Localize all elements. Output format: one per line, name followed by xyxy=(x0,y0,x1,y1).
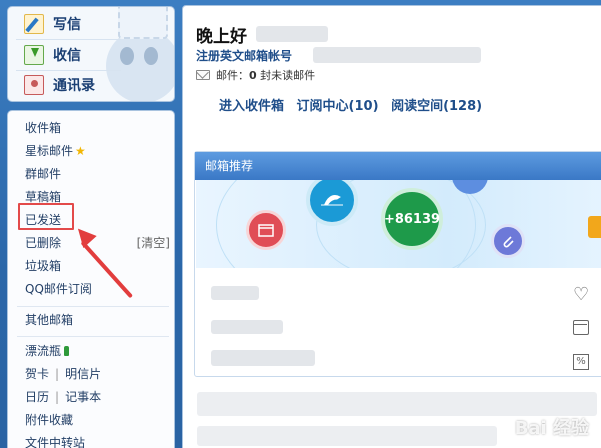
baidu-watermark: Bai 经验 xyxy=(514,418,589,439)
folder-starred[interactable]: 星标邮件 ★ xyxy=(25,142,86,160)
drift-bottle-link[interactable]: 漂流瓶 xyxy=(25,342,70,360)
recommend-title: 邮箱推荐 xyxy=(195,152,601,180)
folder-group[interactable]: 群邮件 xyxy=(25,165,61,183)
divider xyxy=(17,336,169,337)
mail-status: 邮件： 0 封未读邮件 xyxy=(196,67,315,83)
inbox-icon xyxy=(24,45,44,65)
blurred-footer xyxy=(197,426,497,446)
sent-highlight-box xyxy=(18,203,74,230)
calendar-link[interactable]: 日历 xyxy=(25,390,49,404)
folder-qq-subscription[interactable]: QQ邮件订阅 xyxy=(25,280,92,298)
main-panel: 晚上好 注册英文邮箱帐号 邮件： 0 封未读邮件 进入收件箱 订阅中心(10) 阅… xyxy=(182,5,601,448)
blurred-line xyxy=(211,350,315,366)
reading-space-link[interactable]: 阅读空间(128) xyxy=(391,99,482,114)
inbox-button[interactable]: 收信 xyxy=(8,40,174,70)
quick-links: 进入收件箱 订阅中心(10) 阅读空间(128) xyxy=(219,95,490,114)
folder-panel: 收件箱 星标邮件 ★ 群邮件 草稿箱 已发送 已删除 [清空] 垃圾箱 QQ邮件订… xyxy=(7,110,175,448)
contacts-button[interactable]: 通讯录 xyxy=(8,70,174,100)
mailbox-recommendations: 邮箱推荐 +86139 % xyxy=(194,151,601,377)
blurred-line xyxy=(211,320,283,334)
blurred-username xyxy=(256,26,328,42)
register-english-email-link[interactable]: 注册英文邮箱帐号 xyxy=(196,47,292,64)
clear-trash-link[interactable]: [清空] xyxy=(137,234,170,252)
compose-panel: 写信 收信 通讯录 xyxy=(7,6,175,102)
folder-other-mailboxes[interactable]: 其他邮箱 xyxy=(25,311,73,329)
drift-bottle-label: 漂流瓶 xyxy=(25,344,62,358)
mail-status-prefix: 邮件： xyxy=(216,69,249,82)
write-label: 写信 xyxy=(53,17,81,33)
blurred-footer xyxy=(197,392,597,416)
heart-icon[interactable] xyxy=(573,286,591,304)
blurred-line xyxy=(211,286,259,300)
folder-spam[interactable]: 垃圾箱 xyxy=(25,257,61,275)
calendar-icon[interactable] xyxy=(573,320,589,335)
postcard-link[interactable]: 明信片 xyxy=(65,367,101,381)
recommend-banner[interactable]: +86139 xyxy=(196,180,601,268)
attachment-favorites-link[interactable]: 附件收藏 xyxy=(25,411,73,429)
envelope-icon xyxy=(196,70,210,80)
cards-link[interactable]: 贺卡 xyxy=(25,367,49,381)
write-button[interactable]: 写信 xyxy=(8,9,174,39)
divider xyxy=(17,306,169,307)
folder-deleted[interactable]: 已删除 [清空] xyxy=(25,234,170,252)
recommend-list: % xyxy=(195,268,601,376)
star-icon: ★ xyxy=(75,144,86,158)
notes-link[interactable]: 记事本 xyxy=(65,390,101,404)
bottle-icon xyxy=(64,346,70,356)
contacts-icon xyxy=(24,75,44,95)
mail-status-suffix: 封未读邮件 xyxy=(260,69,316,82)
calendar-app-icon xyxy=(246,210,286,250)
separator: | xyxy=(55,367,60,381)
inbox-label: 收信 xyxy=(53,48,81,64)
greeting-title: 晚上好 xyxy=(196,27,247,47)
folder-starred-label: 星标邮件 xyxy=(25,144,74,158)
folder-inbox[interactable]: 收件箱 xyxy=(25,119,61,137)
phone-bind-icon: +86139 xyxy=(381,188,443,250)
file-transfer-link[interactable]: 文件中转站 xyxy=(25,434,85,448)
enter-inbox-link[interactable]: 进入收件箱 xyxy=(219,99,284,114)
attachment-icon xyxy=(491,224,525,258)
cards-row: 贺卡 | 明信片 xyxy=(25,365,101,383)
folder-deleted-label: 已删除 xyxy=(25,236,62,250)
separator: | xyxy=(55,390,60,404)
contacts-label: 通讯录 xyxy=(53,78,95,94)
mail-badge-icon xyxy=(588,216,601,238)
subscription-center-link[interactable]: 订阅中心(10) xyxy=(297,99,379,114)
calc-icon[interactable]: % xyxy=(573,354,589,370)
write-icon xyxy=(24,14,44,34)
blurred-email-address xyxy=(313,47,481,63)
calendar-row: 日历 | 记事本 xyxy=(25,388,101,406)
unread-count: 0 xyxy=(249,68,257,82)
